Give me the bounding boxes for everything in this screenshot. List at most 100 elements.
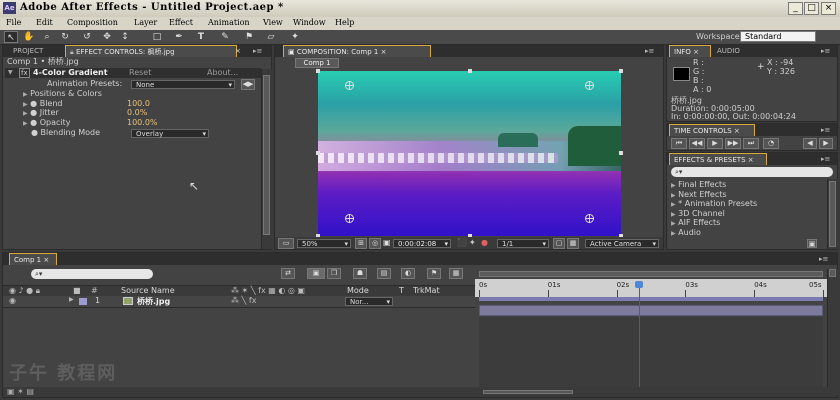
menu-effect[interactable]: Effect: [169, 18, 193, 27]
workspace-select[interactable]: Standard: [740, 31, 816, 42]
rotate-tool-icon[interactable]: ↻: [58, 31, 72, 43]
gradient-point-4[interactable]: [585, 214, 594, 223]
previous-frame-button[interactable]: ◀◀: [689, 138, 705, 149]
camera-icon[interactable]: ▣: [383, 238, 391, 247]
draft-3d-icon[interactable]: ❐: [327, 268, 341, 279]
motion-blur-icon[interactable]: ◐: [401, 268, 415, 279]
panel-menu-icon[interactable]: ▸≡: [249, 45, 266, 57]
layer-handle-tl[interactable]: [316, 69, 320, 73]
label-color-swatch[interactable]: [79, 298, 87, 305]
next-frame-button[interactable]: ▶▶: [725, 138, 741, 149]
close-tab-icon[interactable]: ×: [748, 156, 754, 164]
timeline-graph[interactable]: 0s 01s 02s 03s 04s 05s: [475, 265, 827, 395]
av-features-icon[interactable]: ◉ ♪ ● 🔒︎: [9, 286, 40, 296]
minimize-button[interactable]: _: [788, 2, 803, 15]
effect-controls-scrollbar[interactable]: [261, 69, 272, 249]
transparency-grid-icon[interactable]: ▦: [567, 238, 579, 249]
stopwatch-icon[interactable]: ●: [31, 128, 38, 137]
layer-row[interactable]: ◉ ▶ 1 桥桥.jpg ⁂ ╲ fx Nor...: [3, 296, 475, 308]
stopwatch-icon[interactable]: ●: [30, 108, 37, 117]
menu-layer[interactable]: Layer: [134, 18, 157, 27]
switches-header-icon[interactable]: ⁂ ✶ ╲ fx ▦ ◐ ◎ ▣: [231, 286, 305, 295]
menu-edit[interactable]: Edit: [36, 18, 53, 27]
close-button[interactable]: ×: [821, 2, 836, 15]
current-time-display[interactable]: 0:00:02:08: [393, 239, 451, 248]
new-folder-icon[interactable]: ▣: [807, 239, 817, 248]
jitter-value[interactable]: 0.0%: [127, 108, 147, 118]
comp-viewer-image[interactable]: [318, 71, 621, 236]
effects-item-audio[interactable]: ▶ Audio: [671, 228, 701, 239]
timeline-scrollbar[interactable]: [827, 269, 838, 395]
brush-tool-icon[interactable]: ✎: [218, 31, 232, 43]
type-tool-icon[interactable]: T: [194, 31, 208, 43]
menu-composition[interactable]: Composition: [67, 18, 118, 27]
scrollbar-thumb[interactable]: [829, 181, 836, 247]
time-navigator[interactable]: [479, 271, 823, 277]
hide-shy-layers-icon[interactable]: ☗: [353, 268, 367, 279]
clone-stamp-tool-icon[interactable]: ⚑: [242, 31, 256, 43]
tab-info[interactable]: INFO ×: [669, 45, 711, 57]
frame-blending-icon[interactable]: ▤: [377, 268, 391, 279]
last-frame-button[interactable]: ⏭: [743, 138, 759, 149]
scrollbar-thumb[interactable]: [263, 75, 270, 235]
stopwatch-icon[interactable]: ●: [30, 99, 37, 108]
track-camera-tool-icon[interactable]: ✥: [100, 31, 114, 43]
zoom-tool-icon[interactable]: ⌕: [40, 31, 54, 43]
region-of-interest-icon[interactable]: ▢: [553, 238, 565, 249]
grid-icon[interactable]: ⊞: [355, 238, 367, 249]
expand-arrow-icon[interactable]: ▶: [23, 101, 28, 108]
work-area-bar[interactable]: [479, 297, 823, 301]
time-ruler[interactable]: 0s 01s 02s 03s 04s 05s: [475, 279, 827, 297]
panel-menu-icon[interactable]: ▸≡: [815, 253, 832, 265]
expand-arrow-icon[interactable]: ▶: [23, 120, 28, 127]
tab-audio[interactable]: AUDIO: [713, 45, 744, 57]
panel-menu-icon[interactable]: ▸≡: [817, 45, 834, 57]
snapshot-icon[interactable]: ⬛: [457, 238, 467, 247]
tab-time-controls[interactable]: TIME CONTROLS ×: [669, 124, 755, 136]
playhead-line[interactable]: [639, 281, 641, 395]
opacity-value[interactable]: 100.0%: [127, 118, 158, 128]
panel-menu-icon[interactable]: ▸≡: [641, 45, 658, 57]
mask-visibility-icon[interactable]: ◎: [369, 238, 381, 249]
ram-preview-button[interactable]: ◔: [763, 138, 779, 149]
rectangle-tool-icon[interactable]: □: [150, 31, 164, 43]
zoom-slider[interactable]: [483, 390, 573, 394]
audio-toggle-button[interactable]: ◀: [803, 138, 817, 149]
menu-help[interactable]: Help: [335, 18, 354, 27]
gradient-point-3[interactable]: [345, 214, 354, 223]
stopwatch-icon[interactable]: ●: [30, 118, 37, 127]
layer-switches-icon[interactable]: ⁂ ╲ fx: [231, 296, 256, 305]
tab-effect-controls[interactable]: 🔒︎ EFFECT CONTROLS: 枫桥.jpg: [65, 45, 237, 57]
maximize-button[interactable]: □: [804, 2, 819, 15]
show-snapshot-icon[interactable]: ✦: [469, 238, 476, 247]
layer-mode-dropdown[interactable]: Nor...: [345, 297, 393, 306]
reset-link[interactable]: Reset: [129, 68, 151, 77]
tab-project[interactable]: PROJECT: [9, 45, 47, 57]
puppet-pin-tool-icon[interactable]: ✦: [288, 31, 302, 43]
comp-mini-flowchart-icon[interactable]: ⇄: [281, 268, 295, 279]
tab-composition[interactable]: ▣ COMPOSITION: Comp 1 ×: [283, 45, 431, 57]
selection-tool-icon[interactable]: ↖: [4, 31, 18, 43]
layer-name[interactable]: 桥桥.jpg: [137, 296, 170, 307]
zoom-dropdown[interactable]: 50%: [297, 239, 351, 248]
orbit-camera-tool-icon[interactable]: ↺: [80, 31, 94, 43]
about-link[interactable]: About...: [207, 68, 238, 77]
close-tab-icon[interactable]: ×: [231, 45, 245, 57]
menu-view[interactable]: View: [263, 18, 283, 27]
expand-arrow-icon[interactable]: ▼: [8, 69, 13, 76]
effects-search-input[interactable]: ⌕▾: [671, 167, 833, 177]
timeline-search-input[interactable]: ⌕▾: [31, 269, 153, 279]
panel-menu-icon[interactable]: ▸≡: [817, 153, 834, 165]
close-tab-icon[interactable]: ×: [381, 48, 387, 56]
layer-handle-ml[interactable]: [316, 151, 320, 155]
preset-nav-icon[interactable]: ◀▶: [241, 79, 255, 90]
menu-animation[interactable]: Animation: [208, 18, 250, 27]
comp-subtab[interactable]: Comp 1: [295, 58, 339, 68]
expand-arrow-icon[interactable]: ▶: [23, 110, 28, 117]
menu-file[interactable]: File: [6, 18, 21, 27]
menu-window[interactable]: Window: [293, 18, 326, 27]
close-tab-icon[interactable]: ×: [734, 127, 740, 135]
footer-toggles-icon[interactable]: ▣ ✶ ▤: [7, 387, 34, 396]
trkmat-header[interactable]: TrkMat: [413, 286, 440, 295]
panel-menu-icon[interactable]: ▸≡: [817, 124, 834, 136]
